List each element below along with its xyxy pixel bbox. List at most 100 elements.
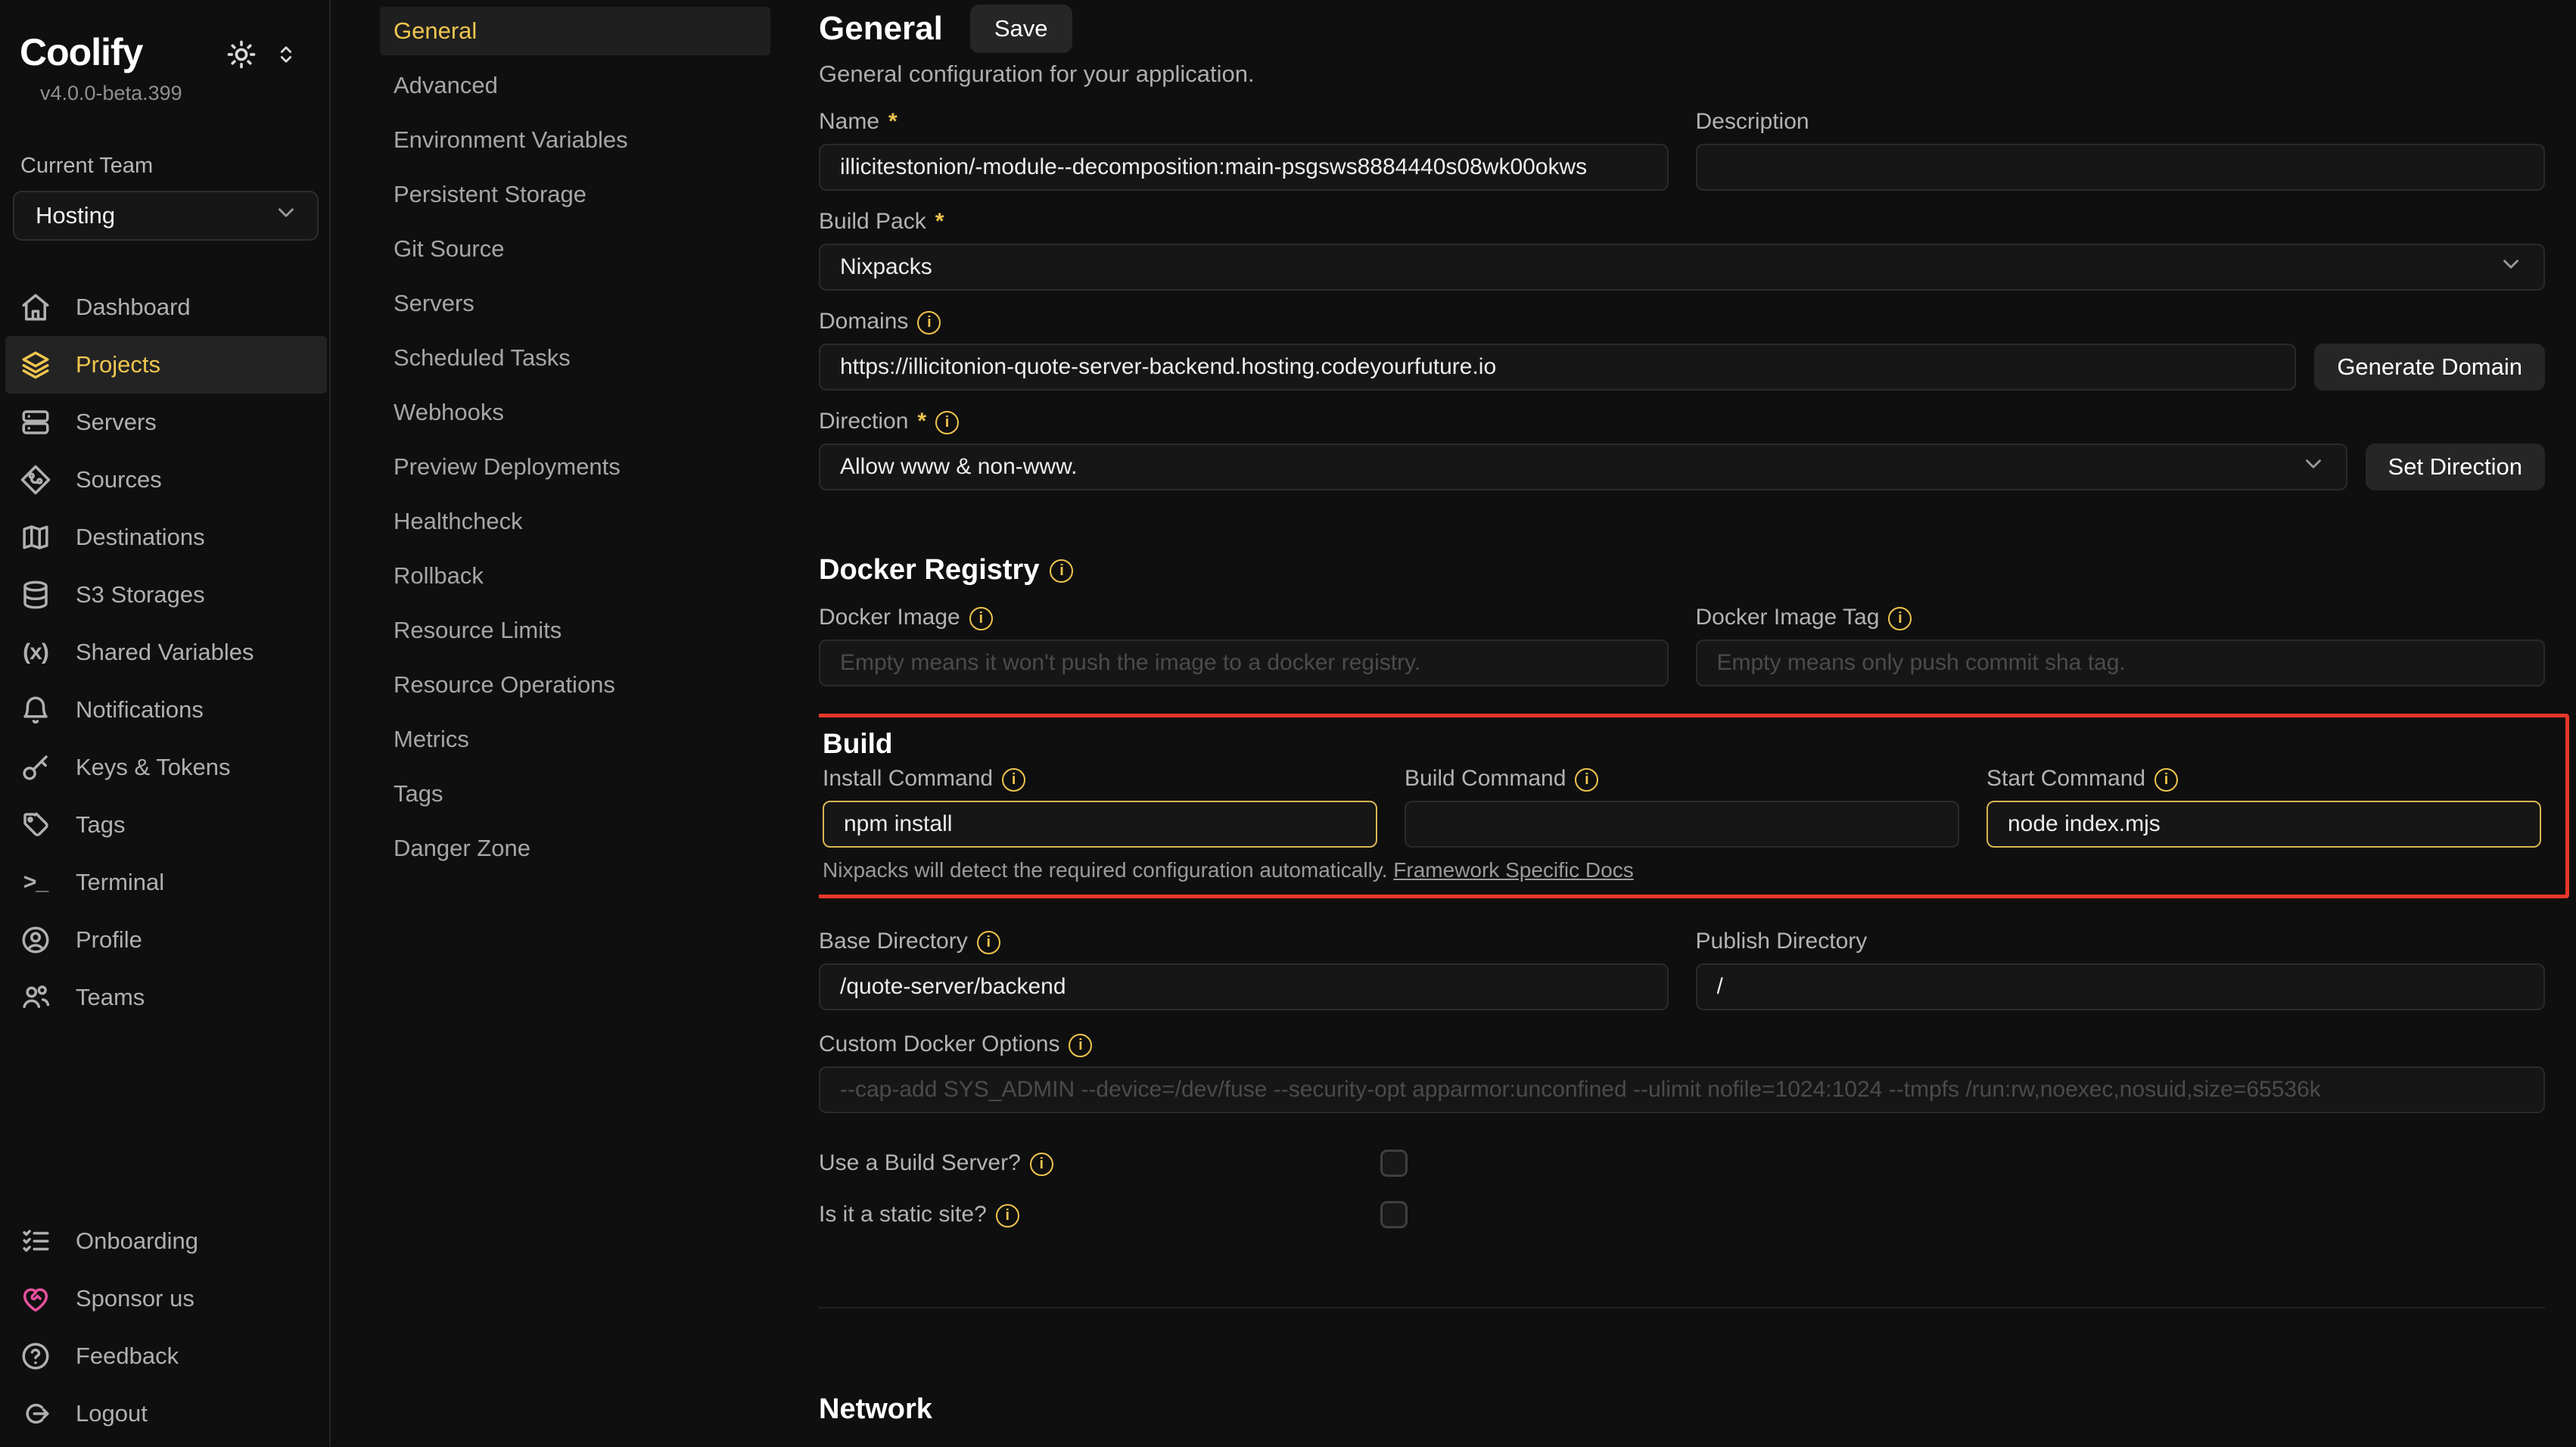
heart-icon — [20, 1283, 51, 1315]
save-button[interactable]: Save — [970, 5, 1072, 53]
base-directory-input[interactable] — [819, 963, 1669, 1010]
docker-image-tag-label: Docker Image Tag — [1696, 605, 1880, 630]
info-icon[interactable]: i — [1575, 768, 1598, 792]
sidebar-item-shared-variables[interactable]: (x) Shared Variables — [5, 624, 327, 681]
info-icon[interactable]: i — [2154, 768, 2178, 792]
server-icon — [20, 406, 51, 438]
custom-docker-options-input[interactable] — [819, 1066, 2545, 1113]
settings-tab-tags[interactable]: Tags — [380, 770, 770, 818]
app-logo: Coolify — [20, 30, 182, 74]
build-server-checkbox[interactable] — [1380, 1150, 1408, 1177]
docker-image-input[interactable] — [819, 639, 1669, 686]
start-command-label: Start Command — [1986, 766, 2145, 792]
framework-docs-link[interactable]: Framework Specific Docs — [1393, 858, 1633, 882]
required-asterisk: * — [935, 209, 944, 235]
settings-tab-metrics[interactable]: Metrics — [380, 715, 770, 764]
install-command-input[interactable] — [823, 801, 1377, 848]
settings-tab-persistent-storage[interactable]: Persistent Storage — [380, 170, 770, 219]
sidebar-item-notifications[interactable]: Notifications — [5, 681, 327, 739]
info-icon[interactable]: i — [1002, 768, 1025, 792]
set-direction-button[interactable]: Set Direction — [2366, 443, 2545, 490]
info-icon[interactable]: i — [917, 311, 941, 335]
nixpacks-note: Nixpacks will detect the required config… — [823, 858, 1388, 882]
team-select[interactable]: Hosting — [13, 191, 319, 241]
docker-image-label: Docker Image — [819, 605, 960, 630]
sidebar-item-sponsor-us[interactable]: Sponsor us — [5, 1270, 327, 1327]
settings-tab-danger-zone[interactable]: Danger Zone — [380, 824, 770, 873]
sidebar-item-terminal[interactable]: >_ Terminal — [5, 854, 327, 911]
collapse-sidebar-icon[interactable] — [273, 42, 299, 71]
network-heading: Network — [819, 1393, 932, 1426]
settings-tab-healthcheck[interactable]: Healthcheck — [380, 497, 770, 546]
build-pack-label: Build Pack — [819, 209, 926, 235]
sidebar-item-tags[interactable]: Tags — [5, 796, 327, 854]
settings-tab-webhooks[interactable]: Webhooks — [380, 388, 770, 437]
build-pack-select[interactable]: Nixpacks — [819, 244, 2545, 291]
sidebar-item-label: Projects — [76, 351, 160, 378]
sidebar-item-sources[interactable]: Sources — [5, 451, 327, 509]
info-icon[interactable]: i — [996, 1204, 1019, 1228]
settings-tab-servers[interactable]: Servers — [380, 279, 770, 328]
info-icon[interactable]: i — [1069, 1034, 1092, 1057]
sidebar-item-feedback[interactable]: Feedback — [5, 1327, 327, 1385]
layers-icon — [20, 349, 51, 381]
variable-icon: (x) — [20, 639, 51, 665]
settings-tab-rollback[interactable]: Rollback — [380, 552, 770, 600]
sidebar-item-label: Terminal — [76, 869, 164, 896]
sidebar-item-label: Dashboard — [76, 294, 191, 321]
general-settings-panel: General Save General configuration for y… — [819, 0, 2576, 1447]
map-icon — [20, 521, 51, 553]
sidebar-item-logout[interactable]: Logout — [5, 1385, 327, 1442]
page-title: General — [819, 10, 943, 48]
publish-directory-input[interactable] — [1696, 963, 2546, 1010]
info-icon[interactable]: i — [977, 931, 1000, 954]
domains-input[interactable] — [819, 344, 2296, 391]
settings-tab-git-source[interactable]: Git Source — [380, 225, 770, 273]
build-command-input[interactable] — [1405, 801, 1959, 848]
info-icon[interactable]: i — [935, 411, 959, 434]
sidebar-item-destinations[interactable]: Destinations — [5, 509, 327, 566]
sidebar-item-servers[interactable]: Servers — [5, 394, 327, 451]
user-circle-icon — [20, 924, 51, 956]
build-heading: Build — [823, 728, 892, 760]
build-section-highlight: Build Install Commandi Build Commandi St… — [819, 714, 2569, 898]
sidebar-item-label: Destinations — [76, 524, 205, 551]
page-subtitle: General configuration for your applicati… — [819, 61, 2545, 88]
start-command-input[interactable] — [1986, 801, 2541, 848]
info-icon[interactable]: i — [969, 607, 993, 630]
settings-tab-resource-limits[interactable]: Resource Limits — [380, 606, 770, 655]
settings-tab-advanced[interactable]: Advanced — [380, 61, 770, 110]
sidebar-item-label: Sponsor us — [76, 1285, 194, 1312]
static-site-label: Is it a static site? — [819, 1202, 987, 1228]
sidebar-item-label: Onboarding — [76, 1228, 198, 1255]
info-icon[interactable]: i — [1030, 1153, 1053, 1176]
git-source-icon — [20, 464, 51, 496]
static-site-checkbox[interactable] — [1380, 1201, 1408, 1228]
chevron-down-icon — [2301, 451, 2326, 483]
required-asterisk: * — [917, 409, 926, 434]
description-input[interactable] — [1696, 144, 2546, 191]
settings-tab-resource-operations[interactable]: Resource Operations — [380, 661, 770, 709]
sidebar-item-profile[interactable]: Profile — [5, 911, 327, 969]
generate-domain-button[interactable]: Generate Domain — [2314, 344, 2545, 391]
docker-image-tag-input[interactable] — [1696, 639, 2546, 686]
info-icon[interactable]: i — [1050, 559, 1073, 583]
theme-toggle-sun-icon[interactable] — [225, 38, 258, 75]
app-version: v4.0.0-beta.399 — [40, 82, 182, 105]
sidebar-item-dashboard[interactable]: Dashboard — [5, 279, 327, 336]
settings-tab-environment-variables[interactable]: Environment Variables — [380, 116, 770, 164]
sidebar-item-projects[interactable]: Projects — [5, 336, 327, 394]
direction-select[interactable]: Allow www & non-www. — [819, 443, 2347, 490]
sidebar-item-keys-tokens[interactable]: Keys & Tokens — [5, 739, 327, 796]
info-icon[interactable]: i — [1888, 607, 1912, 630]
sidebar-item-teams[interactable]: Teams — [5, 969, 327, 1026]
settings-tab-general[interactable]: General — [380, 7, 770, 55]
sidebar-item-label: Sources — [76, 466, 162, 493]
settings-tab-scheduled-tasks[interactable]: Scheduled Tasks — [380, 334, 770, 382]
sidebar-item-s3-storages[interactable]: S3 Storages — [5, 566, 327, 624]
sidebar-item-onboarding[interactable]: Onboarding — [5, 1212, 327, 1270]
name-input[interactable] — [819, 144, 1669, 191]
sidebar-item-label: Notifications — [76, 696, 204, 724]
home-icon — [20, 291, 51, 323]
settings-tab-preview-deployments[interactable]: Preview Deployments — [380, 443, 770, 491]
